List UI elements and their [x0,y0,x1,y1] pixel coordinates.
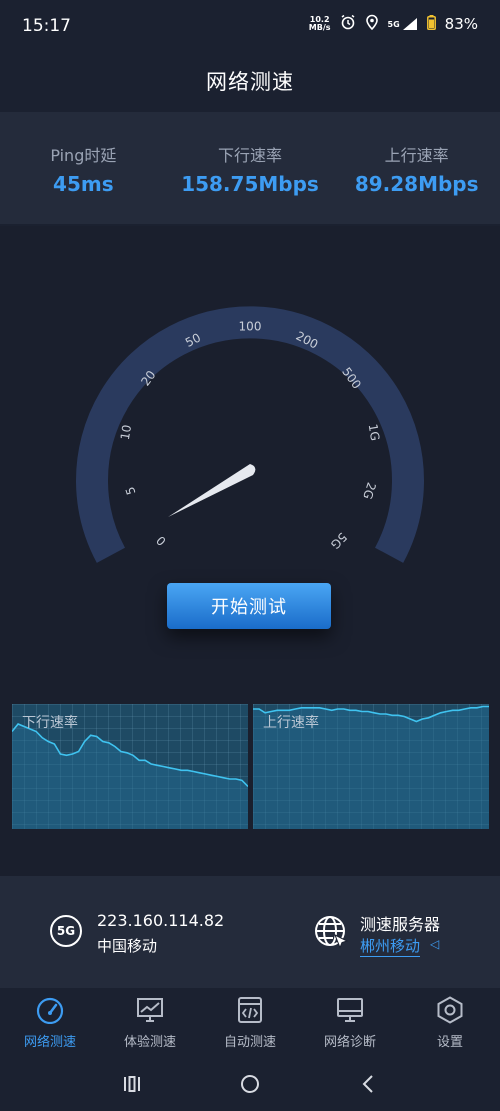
gauge-needle [168,464,256,517]
start-test-button[interactable]: 开始测试 [167,583,331,629]
globe-icon[interactable] [313,914,349,954]
status-bar: 15:17 10.2 MB/s 5G 83% [0,0,500,54]
hexagon-gear-icon [400,996,500,1024]
bottom-tab-bar: 网络测速 体验测速 自动测速 网络诊断 设置 [0,988,500,1056]
monitor-icon [300,996,400,1024]
upload-chart-label: 上行速率 [263,715,319,731]
chart-monitor-icon [100,996,200,1024]
upload-label: 上行速率 [384,146,449,165]
home-button[interactable] [237,1071,263,1097]
download-label: 下行速率 [218,146,283,165]
tab-network-diagnosis[interactable]: 网络诊断 [300,988,400,1056]
needle-shape [168,464,256,517]
app-header: 网络测速 [0,54,500,110]
server-arrow-icon[interactable]: ◁ [430,937,439,951]
tab-label: 体验测速 [123,1035,176,1050]
tab-speed-test[interactable]: 网络测速 [0,988,100,1056]
signal-type: 5G [387,19,400,29]
tab-settings[interactable]: 设置 [400,988,500,1056]
gauge-tick-5: 5 [123,485,139,497]
tab-label: 网络诊断 [323,1035,376,1050]
download-chart-label: 下行速率 [22,715,78,731]
download-value: 158.75Mbps [181,172,319,196]
download-series-area [12,724,248,829]
battery-percent: 83% [444,15,478,33]
network-type-badge: 5G [50,915,82,947]
gauge-tick-10: 10 [118,424,134,441]
net-speed-unit: MB/s [308,23,331,32]
ping-label: Ping时延 [50,146,117,165]
speedometer-icon [0,996,100,1024]
ping-stat: Ping时延 45ms [0,112,167,224]
server-select-link[interactable]: 郴州移动 [360,935,421,957]
recent-apps-button[interactable] [119,1071,145,1097]
download-stat: 下行速率 158.75Mbps [167,112,334,224]
page-title: 网络测速 [206,70,294,94]
status-time: 15:17 [22,16,71,36]
server-title: 测速服务器 [360,915,441,934]
tab-auto-test[interactable]: 自动测速 [200,988,300,1056]
tab-label: 自动测速 [223,1035,276,1050]
gauge-tick-5G: 5G [328,530,350,552]
location-icon [365,14,379,34]
system-nav-bar [0,1056,500,1111]
tab-experience-test[interactable]: 体验测速 [100,988,200,1056]
code-doc-icon [200,996,300,1024]
gauge-tick-1G: 1G [366,423,382,442]
upload-chart: 上行速率 [253,704,489,829]
gauge-tick-2G: 2G [360,481,379,501]
status-icons: 10.2 MB/s 5G 83% [309,14,478,34]
speedometer-gauge: 051020501002005001G2G5G [76,306,424,563]
speed-stats: Ping时延 45ms 下行速率 158.75Mbps 上行速率 89.28Mb… [0,112,500,224]
tab-label: 设置 [436,1035,463,1050]
alarm-icon [340,14,356,34]
ip-address: 223.160.114.82 [97,911,225,930]
gauge-tick-0: 0 [154,533,169,548]
speed-test-area: 0 5 10 20 50 100 200 500 1G 2G 5G 开始测试 下行速率 上行速率 [0,226,500,876]
battery-icon [426,14,436,34]
carrier-name: 中国移动 [97,937,158,955]
download-chart: 下行速率 [12,704,248,829]
signal-icon: 5G [388,17,418,31]
network-speed-indicator: 10.2 MB/s [309,16,331,32]
ping-value: 45ms [53,172,114,196]
gauge-tick-100: 100 [239,320,262,334]
upload-stat: 上行速率 89.28Mbps [333,112,500,224]
back-button[interactable] [355,1071,381,1097]
tab-label: 网络测速 [23,1035,76,1050]
upload-value: 89.28Mbps [354,172,479,196]
